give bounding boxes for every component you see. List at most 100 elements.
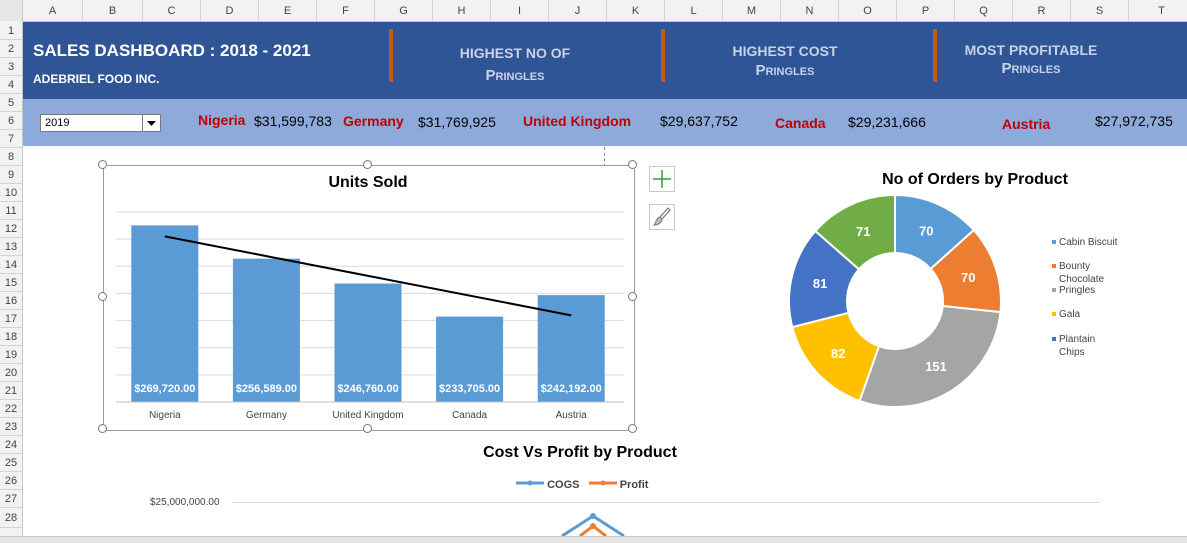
donut-slice-2[interactable]	[858, 304, 1002, 408]
row-header-24[interactable]: 24	[0, 436, 22, 454]
column-header-f[interactable]: F	[317, 0, 375, 21]
units-sold-title: Units Sold	[328, 174, 408, 191]
column-header-e[interactable]: E	[259, 0, 317, 21]
row-header-26[interactable]: 26	[0, 472, 22, 490]
x-tick-label: United Kingdom	[332, 410, 403, 421]
kpi-value-orders: Pringles	[485, 67, 545, 84]
row-header-28[interactable]: 28	[0, 508, 22, 528]
chart-styles-button[interactable]	[649, 204, 675, 230]
column-header-c[interactable]: C	[143, 0, 201, 21]
legend-swatch	[1052, 264, 1056, 268]
row-header-7[interactable]: 7	[0, 130, 22, 148]
row-header-6[interactable]: 6	[0, 112, 22, 130]
country-name: United Kingdom	[523, 113, 632, 129]
legend-label: Cabin Biscuit	[1059, 237, 1118, 248]
x-tick-label: Canada	[452, 410, 487, 421]
column-header-i[interactable]: I	[491, 0, 549, 21]
column-header-n[interactable]: N	[781, 0, 839, 21]
legend-label: Gala	[1059, 309, 1081, 320]
column-header-o[interactable]: O	[839, 0, 897, 21]
row-header-21[interactable]: 21	[0, 382, 22, 400]
units-sold-plot: $269,720.00 Nigeria $256,589.00 Germany $246…	[116, 211, 624, 421]
donut-data-label: 81	[813, 276, 827, 291]
row-header-12[interactable]: 12	[0, 220, 22, 238]
divider-accent	[389, 29, 393, 82]
year-dropdown-value: 2019	[45, 117, 70, 129]
row-header-20[interactable]: 20	[0, 364, 22, 382]
bar-data-label: $256,589.00	[236, 383, 297, 395]
country-name: Canada	[775, 115, 826, 131]
column-header-p[interactable]: P	[897, 0, 955, 21]
column-header-q[interactable]: Q	[955, 0, 1013, 21]
row-header-8[interactable]: 8	[0, 148, 22, 166]
column-header-r[interactable]: R	[1013, 0, 1071, 21]
row-header-23[interactable]: 23	[0, 418, 22, 436]
resize-handle[interactable]	[628, 160, 637, 169]
profit-legend-label: Profit	[619, 479, 649, 491]
resize-handle[interactable]	[628, 424, 637, 433]
kpi-value-cost: Pringles	[755, 62, 815, 79]
column-header-m[interactable]: M	[723, 0, 781, 21]
kpi-label-orders: HIGHEST NO OF	[459, 45, 571, 61]
row-header-3[interactable]: 3	[0, 58, 22, 76]
dropdown-arrow-button[interactable]	[142, 115, 160, 131]
resize-handle[interactable]	[628, 292, 637, 301]
legend-label: Plantain Chips	[1059, 334, 1096, 358]
column-header-j[interactable]: J	[549, 0, 607, 21]
column-header-d[interactable]: D	[201, 0, 259, 21]
row-header-10[interactable]: 10	[0, 184, 22, 202]
bar-1[interactable]	[232, 258, 300, 402]
cost-profit-lines	[561, 513, 625, 536]
row-header-13[interactable]: 13	[0, 238, 22, 256]
year-dropdown[interactable]: 2019	[40, 114, 161, 132]
row-header-22[interactable]: 22	[0, 400, 22, 418]
x-tick-label: Germany	[246, 410, 287, 421]
column-header-g[interactable]: G	[375, 0, 433, 21]
legend-label: Bounty Chocolate	[1059, 261, 1105, 285]
country-amount: $29,231,666	[848, 114, 926, 130]
resize-handle[interactable]	[98, 160, 107, 169]
resize-handle[interactable]	[98, 424, 107, 433]
resize-handle[interactable]	[363, 160, 372, 169]
y-axis-tick-label: $25,000,000.00	[150, 497, 220, 508]
cogs-legend-label: COGS	[547, 479, 580, 491]
kpi-label-cost: HIGHEST COST	[732, 43, 838, 59]
row-header-27[interactable]: 27	[0, 490, 22, 508]
units-sold-chart[interactable]: $269,720.00 Nigeria $256,589.00 Germany $246…	[103, 165, 635, 431]
profit-legend-marker	[588, 480, 617, 486]
row-header-17[interactable]: 17	[0, 310, 22, 328]
column-header-l[interactable]: L	[665, 0, 723, 21]
row-header-25[interactable]: 25	[0, 454, 22, 472]
bar-0[interactable]	[131, 225, 199, 402]
row-header-14[interactable]: 14	[0, 256, 22, 274]
bar-data-label: $242,192.00	[541, 383, 602, 395]
row-header-19[interactable]: 19	[0, 346, 22, 364]
column-header-k[interactable]: K	[607, 0, 665, 21]
donut-data-label: 71	[856, 224, 870, 239]
orders-donut-chart[interactable]: 70 70 151 82 81 71	[780, 190, 1010, 415]
column-header-a[interactable]: A	[23, 0, 83, 21]
row-header-16[interactable]: 16	[0, 292, 22, 310]
kpi-label-profit: MOST PROFITABLE	[964, 42, 1098, 58]
column-header-h[interactable]: H	[433, 0, 491, 21]
divider-accent	[933, 29, 937, 82]
column-header-t[interactable]: T	[1129, 0, 1187, 21]
row-header-5[interactable]: 5	[0, 94, 22, 112]
chart-elements-button[interactable]	[649, 166, 675, 192]
country-amount: $31,769,925	[418, 114, 496, 130]
row-header-15[interactable]: 15	[0, 274, 22, 292]
country-name: Nigeria	[198, 112, 246, 128]
row-header-18[interactable]: 18	[0, 328, 22, 346]
column-header-b[interactable]: B	[83, 0, 143, 21]
row-header-9[interactable]: 9	[0, 166, 22, 184]
row-header-11[interactable]: 11	[0, 202, 22, 220]
page-break-line	[604, 147, 605, 167]
resize-handle[interactable]	[98, 292, 107, 301]
column-header-s[interactable]: S	[1071, 0, 1129, 21]
row-header-2[interactable]: 2	[0, 40, 22, 58]
resize-handle[interactable]	[363, 424, 372, 433]
select-all-corner[interactable]	[0, 0, 23, 21]
row-header-1[interactable]: 1	[0, 22, 22, 40]
row-header-4[interactable]: 4	[0, 76, 22, 94]
plus-icon	[653, 170, 671, 188]
